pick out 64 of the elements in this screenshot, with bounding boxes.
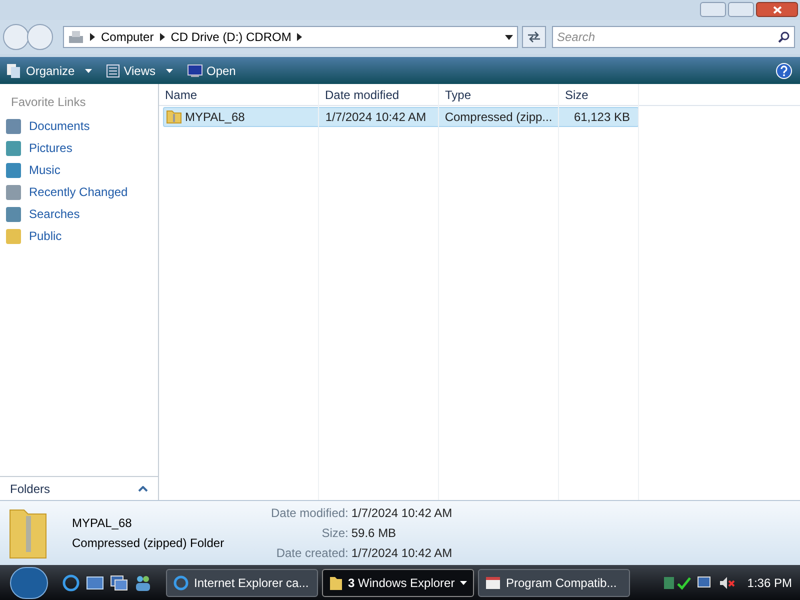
desktop-icon[interactable] [86, 574, 104, 592]
window-switch-icon[interactable] [110, 574, 128, 592]
favorite-link[interactable]: Public [6, 225, 158, 247]
detail-label: Date modified: [271, 505, 348, 522]
window-icon [186, 64, 202, 78]
detail-value: 1/7/2024 10:42 AM [351, 545, 452, 562]
caret-icon [460, 580, 467, 584]
column-header[interactable]: Date modified [319, 84, 439, 106]
search-icon [778, 31, 790, 43]
favorite-link[interactable]: Documents [6, 115, 158, 137]
window-icon [485, 576, 501, 590]
toolbar-button[interactable]: Views [106, 62, 172, 80]
table-cell-text: MYPAL_68 [185, 109, 245, 126]
monitor-icon[interactable] [697, 574, 714, 590]
chevron-icon[interactable] [90, 33, 95, 41]
detail-value: 1/7/2024 10:42 AM [351, 505, 452, 522]
search-field[interactable]: Search [552, 26, 795, 48]
table-cell-text: 1/7/2024 10:42 AM [325, 109, 426, 126]
detail-value: 59.6 MB [351, 525, 398, 542]
favorite-link[interactable]: Music [6, 159, 158, 181]
column-header[interactable]: Name [159, 84, 319, 106]
close-icon [772, 6, 782, 14]
taskbar-button[interactable]: 3 Windows Explorer [322, 568, 474, 596]
breadcrumb[interactable]: CD Drive (D:) CDROM [170, 28, 292, 46]
chevron-icon[interactable] [297, 33, 302, 41]
toolbar-button[interactable]: Organize [6, 62, 92, 80]
refresh-button[interactable] [522, 26, 546, 48]
dropdown-icon[interactable] [505, 34, 513, 40]
caret-icon [84, 68, 92, 72]
start-button[interactable] [10, 566, 48, 598]
chevron-icon[interactable] [160, 33, 165, 41]
column-header[interactable]: Size [559, 84, 639, 106]
network-icon[interactable] [663, 574, 692, 590]
list-view-icon [106, 64, 120, 78]
muted-speaker-icon[interactable] [719, 574, 736, 590]
toolbar-button[interactable]: Open [186, 62, 236, 80]
taskbar-button[interactable]: Program Compatib... [478, 568, 630, 596]
file-type: Compressed (zipped) Folder [72, 535, 226, 552]
collapse-icon [138, 486, 148, 492]
file-row[interactable]: MYPAL_68 1/7/2024 10:42 AM Compressed (zipp... 61,123 KB [163, 107, 639, 127]
clock[interactable]: 1:36 PM [747, 574, 792, 592]
taskbar-button[interactable]: Internet Explorer ca... [166, 568, 318, 596]
detail-label: Size: [320, 525, 348, 542]
refresh-icon [527, 31, 541, 43]
help-icon[interactable] [776, 62, 792, 78]
pane-heading: Favorite Links [10, 94, 87, 111]
detail-label: Date created: [275, 545, 348, 562]
file-name: MYPAL_68 [72, 515, 133, 532]
zip-folder-icon [166, 110, 182, 124]
table-cell-text: 61,123 KB [574, 109, 630, 126]
favorite-link[interactable]: Searches [6, 203, 158, 225]
people-icon[interactable] [134, 574, 152, 592]
breadcrumb[interactable]: Computer [101, 28, 154, 46]
close-button[interactable] [756, 2, 798, 17]
drive-icon [68, 30, 84, 44]
browser-icon [173, 574, 189, 590]
caret-icon [166, 68, 172, 72]
pages-icon [6, 62, 22, 78]
table-cell-text: Compressed (zipp... [444, 109, 552, 126]
column-header[interactable]: Type [439, 84, 559, 106]
address-bar[interactable]: Computer CD Drive (D:) CDROM [63, 26, 518, 48]
favorite-link[interactable]: Pictures [6, 137, 158, 159]
favorite-link[interactable]: Recently Changed [6, 181, 158, 203]
browser-icon[interactable] [62, 574, 80, 592]
